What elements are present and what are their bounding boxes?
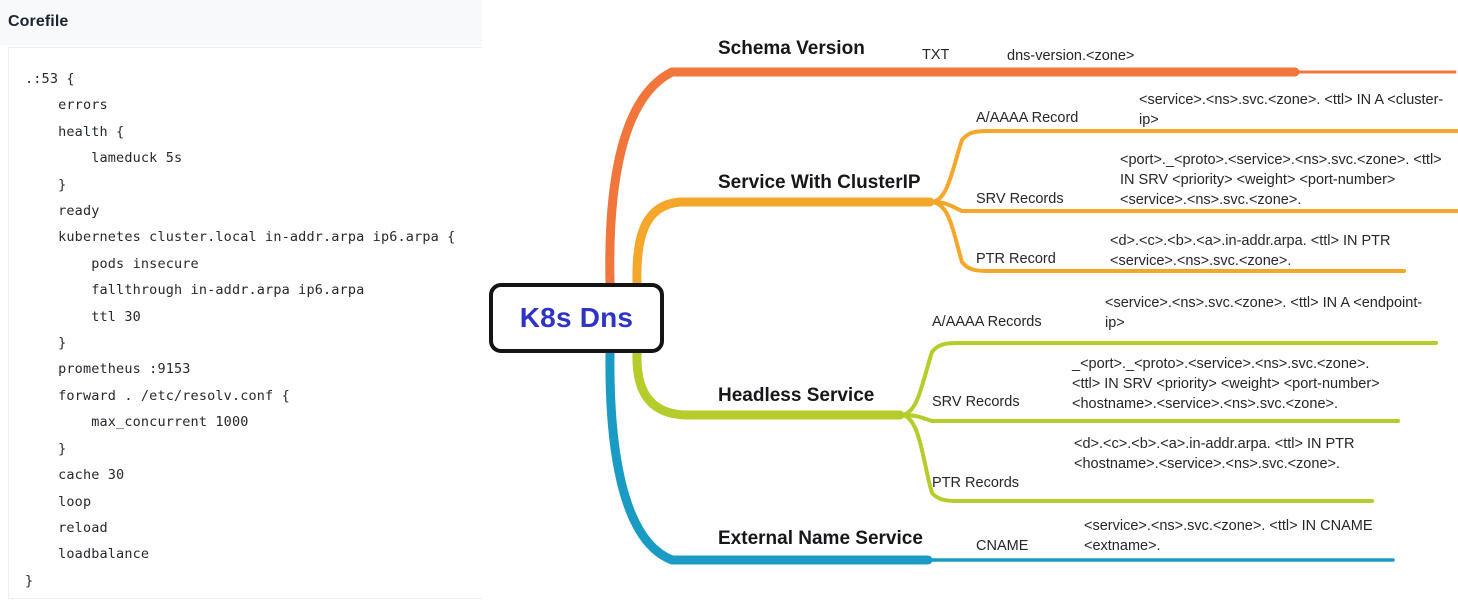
corefile-title: Corefile bbox=[8, 13, 69, 30]
leaf-label-headless-ptr-records[interactable]: PTR Records bbox=[932, 475, 1019, 491]
mindmap-root-label: K8s Dns bbox=[519, 302, 634, 333]
mindmap-root-node[interactable]: K8s Dns bbox=[489, 283, 664, 353]
leaf-label-clusterip-srv-records[interactable]: SRV Records bbox=[976, 191, 1064, 207]
leaf-detail-clusterip-a-record: <service>.<ns>.svc.<zone>. <ttl> IN A <c… bbox=[1139, 92, 1444, 128]
leaf-detail-txt: dns-version.<zone> bbox=[1007, 48, 1135, 64]
branch-label-schema-version[interactable]: Schema Version bbox=[718, 38, 865, 60]
corefile-panel: Corefile .:53 { errors health { lameduck… bbox=[0, 0, 482, 605]
leaf-detail-cname: <service>.<ns>.svc.<zone>. <ttl> IN CNAM… bbox=[1084, 518, 1373, 554]
corefile-header: Corefile bbox=[0, 0, 482, 45]
leaf-connector-headless-srv-records bbox=[900, 413, 1400, 423]
leaf-label-clusterip-a-record[interactable]: A/AAAA Record bbox=[976, 110, 1078, 126]
leaf-label-cname[interactable]: CNAME bbox=[976, 538, 1028, 554]
leaf-detail-clusterip-srv-records: <port>._<proto>.<service>.<ns>.svc.<zone… bbox=[1120, 152, 1442, 208]
leaf-detail-headless-srv-records: _<port>._<proto>.<service>.<ns>.svc.<zon… bbox=[1072, 356, 1380, 412]
leaf-detail-clusterip-ptr-record: <d>.<c>.<b>.<a>.in-addr.arpa. <ttl> IN P… bbox=[1110, 233, 1391, 269]
leaf-label-headless-a-records[interactable]: A/AAAA Records bbox=[932, 314, 1042, 330]
corefile-code-text: .:53 { errors health { lameduck 5s } rea… bbox=[25, 71, 456, 589]
leaf-label-clusterip-ptr-record[interactable]: PTR Record bbox=[976, 251, 1056, 267]
branch-label-service-with-clusterip[interactable]: Service With ClusterIP bbox=[718, 172, 921, 194]
branch-label-headless-service[interactable]: Headless Service bbox=[718, 385, 874, 407]
branch-label-external-name-service[interactable]: External Name Service bbox=[718, 528, 923, 550]
leaf-detail-headless-a-records: <service>.<ns>.svc.<zone>. <ttl> IN A <e… bbox=[1105, 295, 1423, 331]
corefile-code-block: .:53 { errors health { lameduck 5s } rea… bbox=[8, 47, 482, 599]
leaf-label-headless-srv-records[interactable]: SRV Records bbox=[932, 394, 1020, 410]
leaf-detail-headless-ptr-records: <d>.<c>.<b>.<a>.in-addr.arpa. <ttl> IN P… bbox=[1074, 436, 1355, 472]
branch-connector-service-clusterip bbox=[632, 197, 935, 288]
leaf-label-txt[interactable]: TXT bbox=[922, 47, 949, 63]
